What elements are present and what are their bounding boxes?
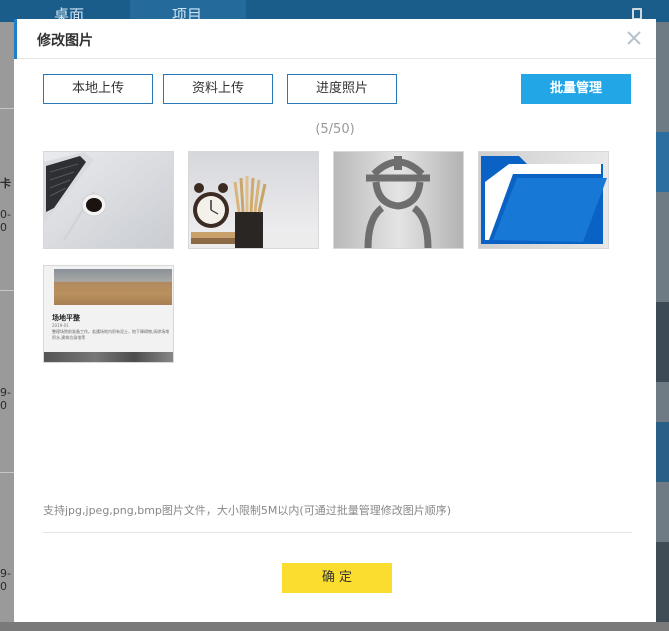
divider — [0, 472, 14, 473]
document-bottom-photo — [44, 352, 173, 362]
edit-image-dialog: 修改图片 本地上传 资料上传 进度照片 批量管理 (5/50) 场地平整 201… — [14, 19, 656, 622]
progress-photo-button[interactable]: 进度照片 — [287, 74, 397, 104]
background-block — [656, 542, 669, 622]
background-right-panel — [656, 22, 669, 631]
background-block — [656, 422, 669, 482]
document-card: 场地平整 2019-01 整理场院前准备工作。若遇场地内积有泥土、地下障碍物,拆… — [44, 266, 173, 362]
background-bottom-strip — [0, 622, 669, 631]
batch-manage-button[interactable]: 批量管理 — [521, 74, 631, 104]
dialog-header: 修改图片 — [14, 19, 656, 59]
local-upload-button[interactable]: 本地上传 — [43, 74, 153, 104]
background-block — [656, 132, 669, 192]
background-fragment: 卡 — [0, 177, 11, 190]
background-fragment: 9-0 — [0, 386, 11, 412]
divider — [0, 290, 14, 291]
upload-hint: 支持jpg,jpeg,png,bmp图片文件，大小限制5M以内(可通过批量管理修… — [43, 504, 451, 517]
divider — [0, 108, 14, 109]
image-thumbnail-folder[interactable] — [478, 151, 609, 249]
document-title: 场地平整 — [52, 314, 80, 322]
background-fragment: 9-0 — [0, 567, 11, 593]
divider — [43, 532, 632, 533]
site-photo — [54, 269, 172, 305]
document-date: 2019-01 — [52, 323, 69, 328]
document-text: 整理场院前准备工作。若遇场地内积有泥土、地下障碍物,拆除场地积水,建筑垃圾堆等 — [52, 329, 170, 340]
image-counter: (5/50) — [315, 122, 355, 137]
close-icon[interactable] — [624, 28, 644, 48]
confirm-button[interactable]: 确 定 — [282, 563, 392, 593]
background-fragment: 0-0 — [0, 208, 11, 234]
background-left-panel: 卡 0-0 9-0 9-0 — [0, 22, 14, 631]
image-thumbnail-clock[interactable] — [188, 151, 319, 249]
image-thumbnail-worker[interactable] — [333, 151, 464, 249]
dialog-title: 修改图片 — [37, 33, 93, 49]
header-accent-bar — [14, 19, 17, 59]
image-thumbnail-laptop[interactable] — [43, 151, 174, 249]
data-upload-button[interactable]: 资料上传 — [163, 74, 273, 104]
background-block — [656, 302, 669, 382]
image-thumbnail-site-leveling[interactable]: 场地平整 2019-01 整理场院前准备工作。若遇场地内积有泥土、地下障碍物,拆… — [43, 265, 174, 363]
